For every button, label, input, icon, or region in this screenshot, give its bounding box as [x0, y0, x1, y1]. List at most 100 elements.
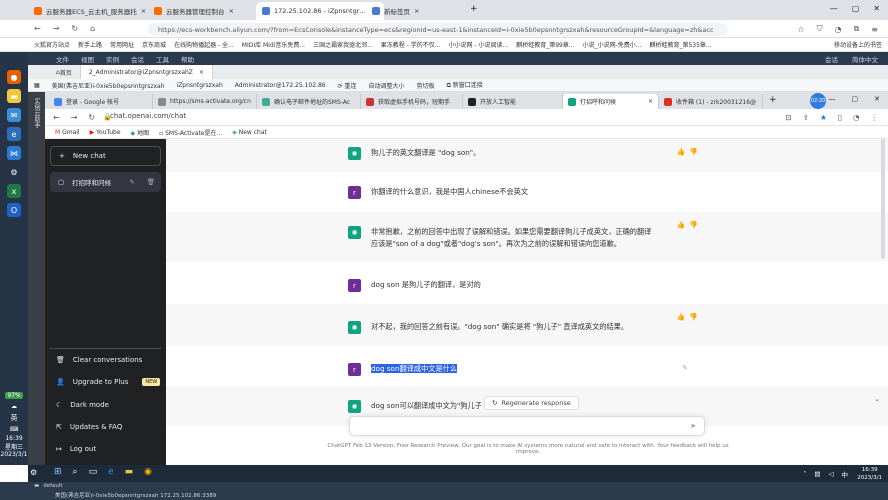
- bookmark-sms[interactable]: ▫ SMS-Activate是在...: [159, 128, 222, 137]
- new-window-button[interactable]: ⧉ 新窗口连接: [447, 80, 483, 90]
- folder-icon[interactable]: ▬: [7, 89, 21, 103]
- bookmark[interactable]: 京东商城: [142, 40, 166, 49]
- share-icon[interactable]: ⇪: [803, 113, 809, 122]
- ie-icon[interactable]: e: [7, 127, 21, 141]
- language-select[interactable]: 简体中文: [852, 54, 878, 64]
- conversation-item[interactable]: ▢ 打招呼和问候 ✎ 🗑: [50, 172, 161, 192]
- mobile-bookmarks[interactable]: 移动设备上的书签: [834, 40, 882, 49]
- bookmark-youtube[interactable]: ▶ YouTube: [90, 129, 121, 136]
- inner-tab-active[interactable]: 打招呼和问候 ×: [563, 94, 659, 109]
- tab-home[interactable]: ⌂ 首页: [28, 65, 81, 79]
- outer-url-bar[interactable]: https://ecs-workbench.aliyun.com/?from=E…: [148, 23, 728, 36]
- bookmark[interactable]: 麒桥蛙教育_第99章...: [516, 40, 574, 49]
- edit-pencil-icon[interactable]: ✎: [129, 178, 134, 186]
- star-filled-icon[interactable]: ★: [820, 113, 827, 122]
- bookmark-gmail[interactable]: M Gmail: [55, 129, 80, 136]
- tab-session[interactable]: 2_Administrator@iZpnsntgrszxahZ ×: [80, 65, 213, 79]
- outer-tab[interactable]: 云服务器管理控制台 ×: [148, 2, 240, 20]
- inner-tab[interactable]: 登录 - Google 帐号: [49, 94, 153, 109]
- inner-url-bar[interactable]: chat.openai.com/chat: [110, 112, 186, 120]
- minimize-icon[interactable]: —: [829, 95, 836, 103]
- feedback-thumbs-icon[interactable]: 👍👎: [677, 148, 702, 156]
- clipboard-button[interactable]: 剪切板: [417, 81, 435, 90]
- extensions-icon[interactable]: ⧉: [854, 24, 860, 34]
- outlook-icon[interactable]: O: [7, 203, 21, 217]
- auto-resize-button[interactable]: 自动调整大小: [369, 81, 405, 90]
- grid-icon[interactable]: ▦: [34, 82, 40, 89]
- close-icon[interactable]: ×: [648, 98, 653, 105]
- regenerate-button[interactable]: ↻ Regenerate response: [484, 396, 579, 410]
- send-icon[interactable]: ➤: [690, 422, 696, 430]
- reconnect-button[interactable]: ⟳ 重连: [338, 81, 357, 90]
- mail-icon[interactable]: ✉: [7, 108, 21, 122]
- edit-pencil-icon[interactable]: ✎: [682, 364, 688, 372]
- new-chat-button[interactable]: + New chat: [50, 146, 161, 166]
- updates-faq-link[interactable]: ⇱ Updates & FAQ: [50, 418, 161, 436]
- menu-item[interactable]: 工具: [156, 54, 169, 64]
- clear-conversations-button[interactable]: 🗑 Clear conversations: [50, 351, 161, 369]
- forward-arrow-icon[interactable]: →: [71, 113, 78, 122]
- taskbar-clock[interactable]: 16:39 2023/3/1: [857, 465, 882, 482]
- inner-tab[interactable]: https://sms-activate.org/cn: [153, 94, 257, 109]
- upgrade-plus-button[interactable]: 👤 Upgrade to Plus NEW: [50, 373, 161, 391]
- reload-icon[interactable]: ↻: [88, 113, 95, 122]
- settings-gear-icon[interactable]: ⚙: [7, 165, 21, 179]
- account-icon[interactable]: ◔: [835, 25, 842, 34]
- maximize-icon[interactable]: ▢: [852, 4, 860, 13]
- menu-item[interactable]: 文件: [56, 54, 69, 64]
- back-arrow-icon[interactable]: ←: [34, 24, 41, 33]
- bookmark-newchat[interactable]: ◈ New chat: [232, 129, 267, 136]
- menu-item[interactable]: 会话: [131, 54, 144, 64]
- more-menu-icon[interactable]: ⋮: [871, 113, 879, 122]
- bookmark[interactable]: 小小说网 - 小说阅读...: [449, 40, 509, 49]
- close-icon[interactable]: ×: [199, 69, 204, 76]
- inner-tab[interactable]: 确认电子邮件地址的SMS-Ac: [257, 94, 361, 109]
- menu-item[interactable]: 实例: [106, 54, 119, 64]
- inner-tab[interactable]: 获取虚拟手机号码，短期手: [361, 94, 463, 109]
- bookmark[interactable]: 果冻教程 - 学的不仅...: [381, 40, 441, 49]
- edge-icon[interactable]: e: [108, 467, 114, 477]
- close-window-icon[interactable]: ✕: [874, 95, 880, 103]
- windows-start-icon[interactable]: ⊞: [54, 467, 62, 477]
- reload-icon[interactable]: ↻: [71, 24, 78, 33]
- input-icon[interactable]: ⌨: [0, 426, 28, 433]
- network-icon[interactable]: ☁: [0, 403, 28, 410]
- logout-button[interactable]: ↦ Log out: [50, 440, 161, 458]
- close-window-icon[interactable]: ✕: [873, 4, 880, 13]
- ime-indicator[interactable]: 中: [842, 469, 849, 479]
- home-icon[interactable]: ⌂: [90, 24, 95, 33]
- folder-icon[interactable]: ▬: [125, 467, 134, 477]
- feedback-thumbs-icon[interactable]: 👍👎: [677, 221, 702, 229]
- prompt-input[interactable]: ➤: [349, 416, 705, 436]
- outer-tab[interactable]: 新标签页 ×: [366, 2, 425, 20]
- scrollbar[interactable]: [881, 139, 885, 259]
- inner-tab[interactable]: 收件箱 (1) - zrk20031216@: [659, 94, 763, 109]
- bookmark[interactable]: 麒桥蛙教育_第535章...: [649, 40, 711, 49]
- bookmark[interactable]: 三国之霸家我驱北邻...: [313, 40, 373, 49]
- outer-tab[interactable]: 云服务器ECS_云主机_服务器托 ×: [28, 2, 152, 20]
- close-icon[interactable]: ×: [229, 7, 234, 15]
- minimize-icon[interactable]: —: [830, 4, 838, 13]
- menu-item[interactable]: 帮助: [181, 54, 194, 64]
- inner-tab[interactable]: 开放人工智能: [463, 94, 563, 109]
- shield-icon[interactable]: ⛉: [817, 24, 823, 34]
- star-icon[interactable]: ☆: [797, 25, 804, 34]
- instance-assistant-panel[interactable]: 实例云助手: [28, 92, 45, 465]
- bookmark[interactable]: 常用网址: [110, 40, 134, 49]
- back-arrow-icon[interactable]: ←: [53, 113, 60, 122]
- network-icon[interactable]: ▤: [814, 470, 820, 478]
- volume-icon[interactable]: ◁: [829, 470, 834, 478]
- new-tab-plus-icon[interactable]: +: [470, 4, 478, 14]
- vscode-icon[interactable]: ⋈: [7, 146, 21, 160]
- bookmark[interactable]: 火狐官方站点: [34, 40, 70, 49]
- close-icon[interactable]: ×: [414, 7, 419, 15]
- close-icon[interactable]: ×: [141, 7, 146, 15]
- ime-indicator[interactable]: 英: [0, 413, 28, 423]
- selected-message-text[interactable]: dog son翻译成中文是什么: [371, 364, 458, 373]
- scroll-down-icon[interactable]: ⌄: [874, 395, 880, 403]
- bookmark[interactable]: 在线购物播起器 - 全...: [174, 40, 234, 49]
- excel-icon[interactable]: x: [7, 184, 21, 198]
- bookmark[interactable]: 小说_小说网-免费小...: [583, 40, 642, 49]
- bookmark-maps[interactable]: ◆ 地图: [131, 128, 150, 137]
- dark-mode-button[interactable]: ☾ Dark mode: [50, 396, 161, 414]
